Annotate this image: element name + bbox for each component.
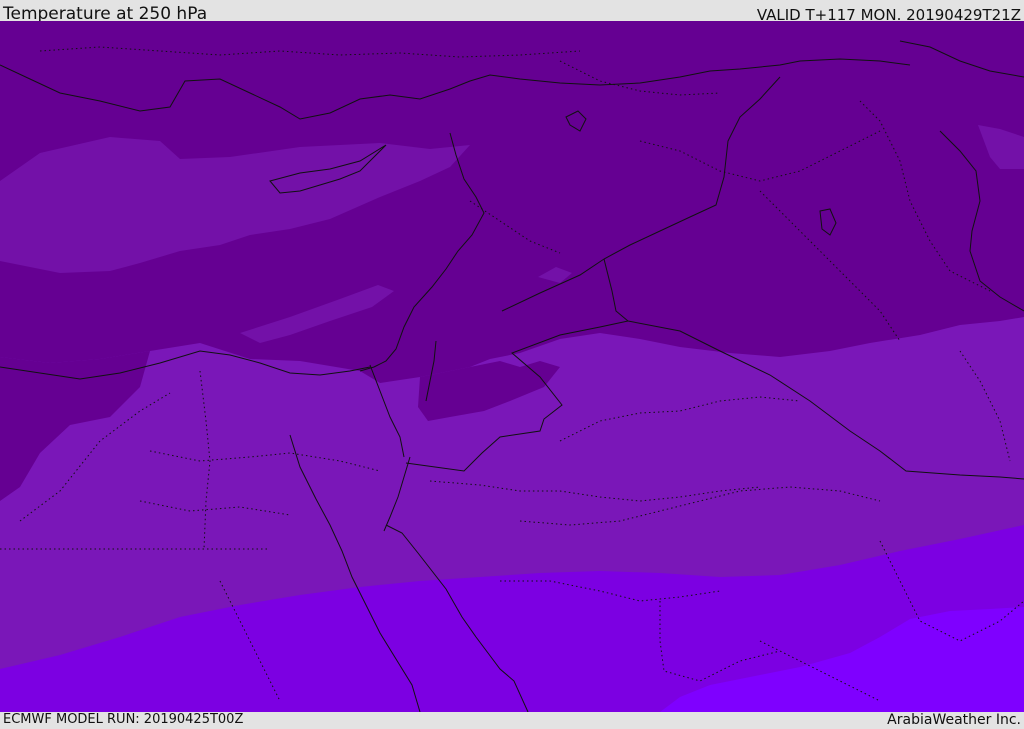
- model-run-label: ECMWF MODEL RUN: 20190425T00Z: [3, 712, 244, 727]
- temperature-map-svg: [0, 21, 1024, 712]
- temperature-map: [0, 21, 1024, 712]
- weather-map-frame: Temperature at 250 hPa VALID T+117 MON. …: [0, 0, 1024, 729]
- credit-label: ArabiaWeather Inc.: [887, 712, 1021, 728]
